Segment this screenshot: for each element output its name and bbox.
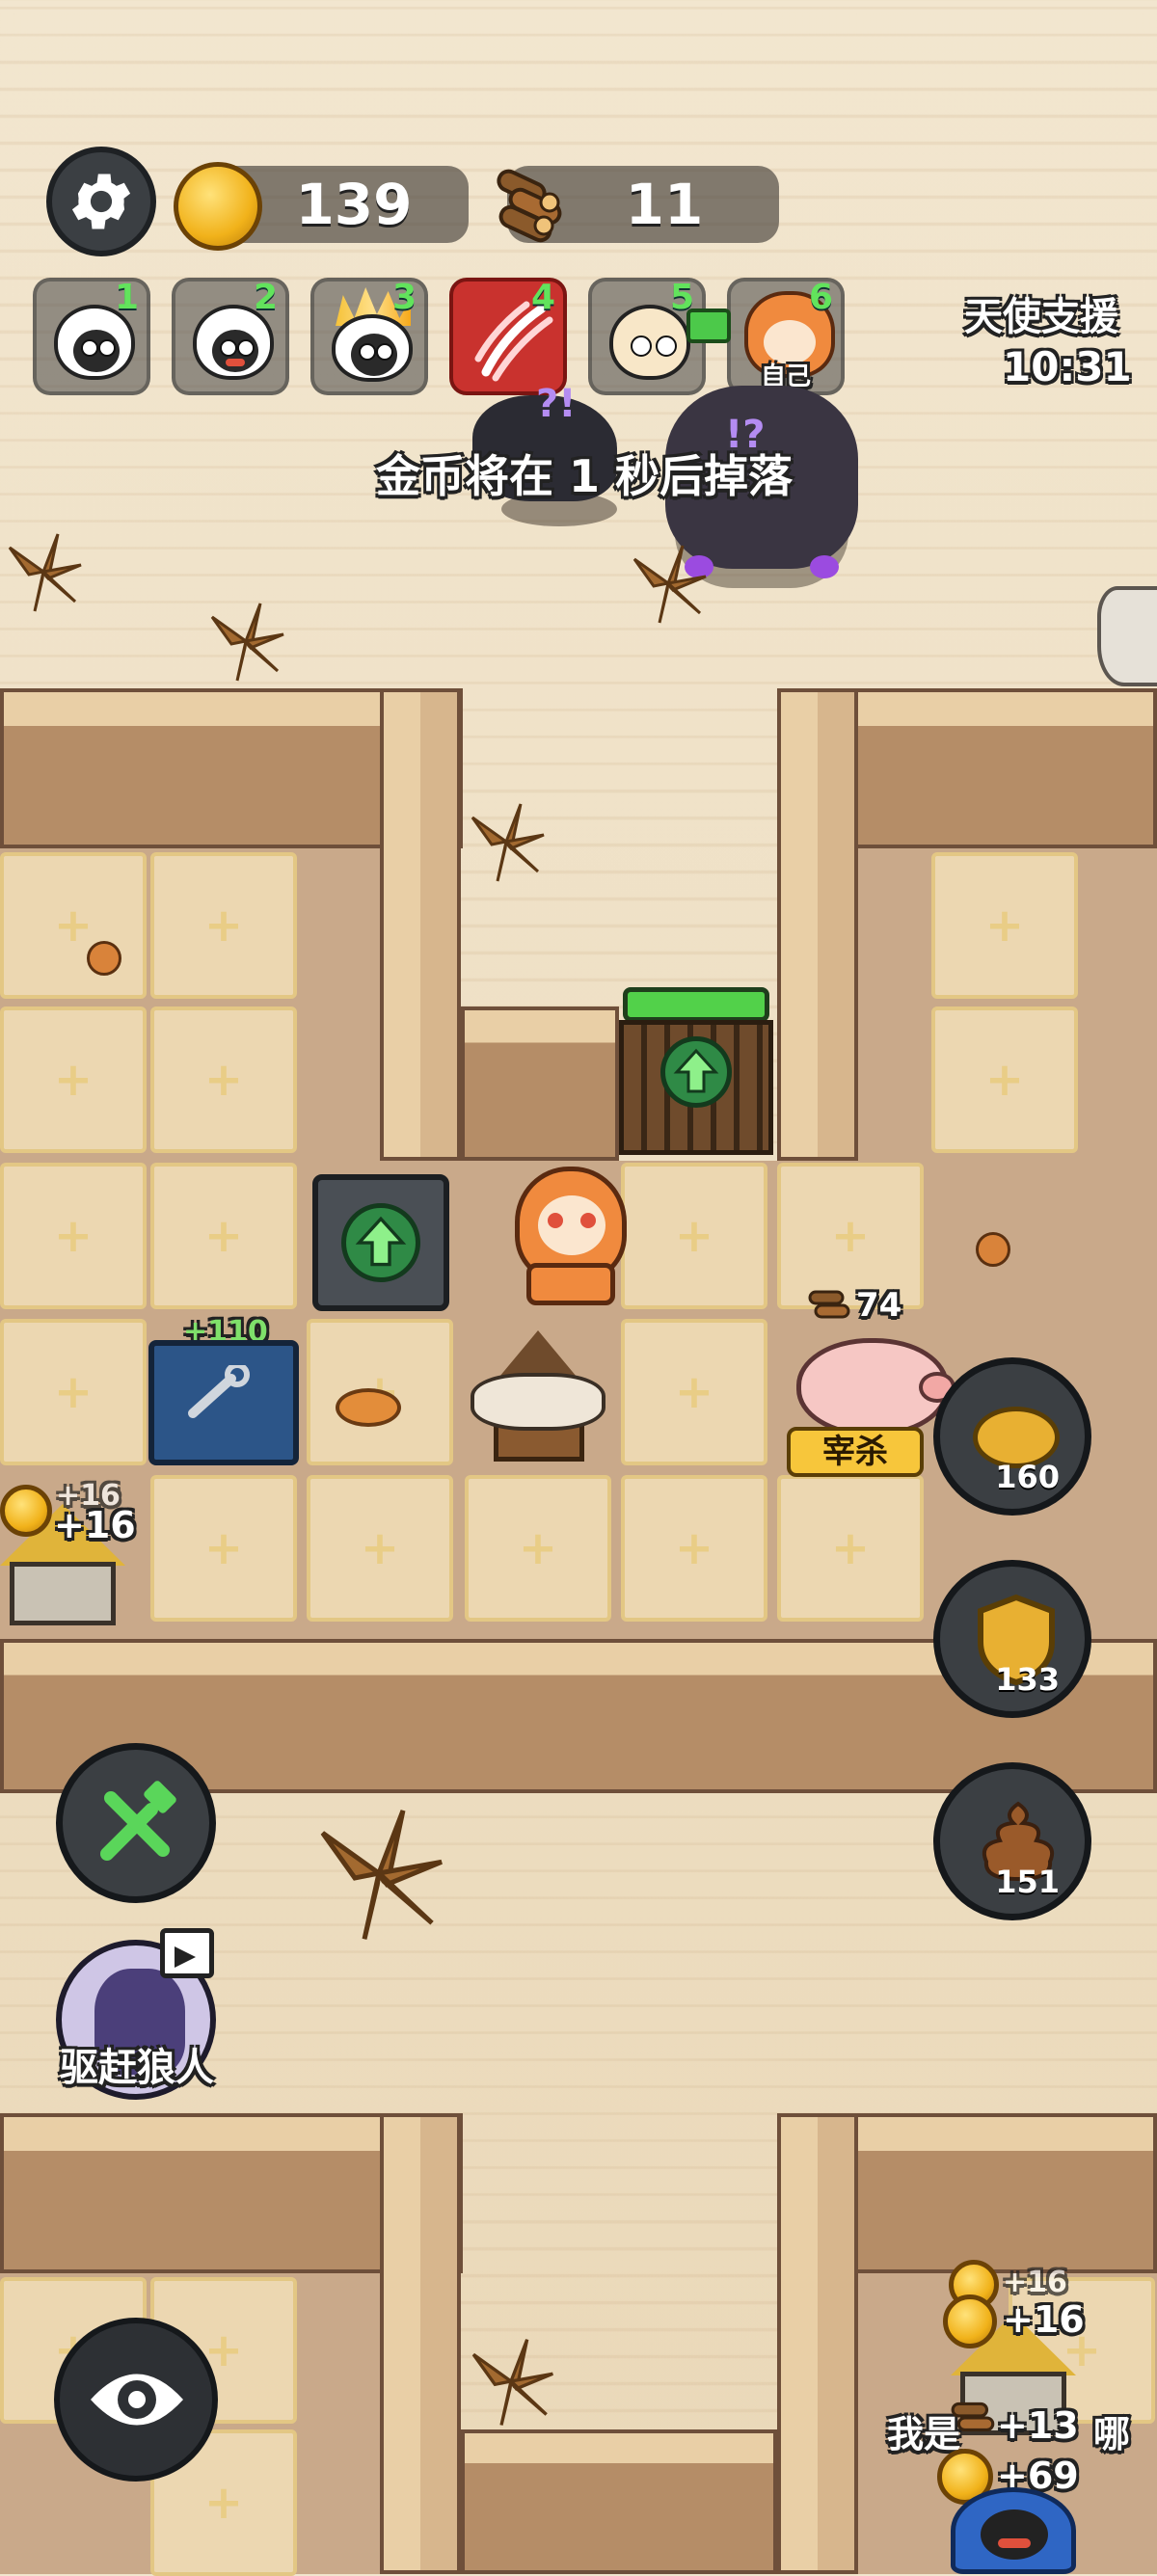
- gold-coin-icon: [174, 162, 262, 251]
- rock-icon: [1097, 586, 1157, 686]
- blue-sheep-character: [951, 2487, 1076, 2574]
- poop-value: 151: [995, 1864, 1060, 1900]
- gold-coin-icon: [943, 2294, 997, 2348]
- bread-item-icon[interactable]: [336, 1388, 401, 1427]
- player-number: 2: [253, 278, 278, 317]
- build-slot[interactable]: [307, 1475, 453, 1622]
- build-slot[interactable]: [0, 1006, 147, 1153]
- drive-werewolf-label: 驱赶狼人: [60, 2046, 214, 2090]
- crossbow-turret[interactable]: [312, 1174, 449, 1311]
- slaughter-button[interactable]: 宰杀: [787, 1427, 924, 1477]
- player-number: 1: [114, 278, 139, 317]
- hut-coin-gain: +16: [54, 1504, 136, 1546]
- gold-drop-notice: 金币将在 1 秒后掉落: [376, 450, 794, 502]
- build-slot[interactable]: [150, 1475, 297, 1622]
- stone-wall: [461, 1006, 619, 1161]
- piggy-bank-value: 160: [995, 1459, 1060, 1495]
- pig-sprite[interactable]: [796, 1338, 955, 1436]
- build-slot[interactable]: [0, 1163, 147, 1309]
- player-slot-4[interactable]: 4: [449, 278, 567, 395]
- sheep-avatar-icon: [332, 314, 413, 382]
- stone-wall: [461, 2429, 777, 2574]
- dry-leaf-icon: [471, 2339, 553, 2426]
- dry-leaf-icon: [632, 545, 707, 624]
- player-number: 6: [808, 278, 833, 317]
- stone-wall: [380, 2113, 461, 2574]
- stone-wall: [380, 688, 461, 1161]
- piggy-bank-button[interactable]: 160: [933, 1357, 1091, 1516]
- wrench-hammer-icon: [100, 1781, 176, 1861]
- wood-logs-icon: [490, 164, 573, 247]
- player-slot-3[interactable]: 3: [310, 278, 428, 395]
- player-slot-6[interactable]: 6 自己: [727, 278, 845, 395]
- wood-logs-icon: [806, 1286, 854, 1325]
- gold-value: 139: [295, 172, 413, 237]
- stone-wall: [777, 2113, 858, 2574]
- upgrade-arrow-icon[interactable]: [341, 1203, 420, 1282]
- gate-health-bar: [623, 987, 769, 1022]
- build-slot[interactable]: [621, 1319, 767, 1465]
- dry-leaf-icon: [320, 1810, 443, 1940]
- wood-value: 11: [625, 172, 704, 237]
- build-slot[interactable]: [931, 852, 1078, 999]
- build-slot[interactable]: [777, 1475, 924, 1622]
- build-tools-button[interactable]: [56, 1743, 216, 1903]
- player-number: 3: [391, 278, 417, 317]
- dry-leaf-icon: [8, 533, 82, 612]
- shield-button[interactable]: 133: [933, 1560, 1091, 1718]
- build-slot[interactable]: [621, 1163, 767, 1309]
- player-slot-2[interactable]: 2: [172, 278, 289, 395]
- build-slot[interactable]: [150, 852, 297, 999]
- health-battery-icon: [686, 309, 731, 343]
- stone-wall: [777, 688, 858, 1161]
- coin-gain: +16: [1003, 2266, 1067, 2299]
- build-slot[interactable]: [150, 1163, 297, 1309]
- pig-wood-value: 74: [856, 1286, 902, 1325]
- build-slot[interactable]: [150, 1006, 297, 1153]
- build-slot[interactable]: [465, 1475, 611, 1622]
- dry-leaf-icon: [471, 803, 545, 882]
- player-slot-1[interactable]: 1: [33, 278, 150, 395]
- coin-gain: +16: [1003, 2298, 1085, 2341]
- build-slot[interactable]: [0, 852, 147, 999]
- question-mark-icon: ?!: [536, 382, 577, 426]
- build-slot[interactable]: [621, 1475, 767, 1622]
- poop-button[interactable]: 151: [933, 1762, 1091, 1920]
- cat-doghouse[interactable]: [471, 1330, 605, 1475]
- upgrade-arrow-icon[interactable]: [660, 1036, 732, 1108]
- pebble-icon: [976, 1232, 1010, 1267]
- player-number: 4: [530, 278, 555, 317]
- pebble-icon: [87, 941, 121, 976]
- wood-logs-icon: [949, 2397, 999, 2439]
- player-character-fox-sheep: [509, 1167, 632, 1311]
- settings-button[interactable]: [46, 147, 156, 256]
- gear-icon: [71, 174, 131, 229]
- wrench-icon: [188, 1365, 250, 1418]
- angel-support-timer: 10:31: [1003, 343, 1132, 390]
- workbench[interactable]: [148, 1340, 299, 1465]
- wooden-gate[interactable]: [619, 1020, 773, 1155]
- wood-gain: +13: [997, 2404, 1079, 2447]
- gold-coin-icon: [0, 1485, 52, 1537]
- eye-icon: [91, 2374, 183, 2426]
- angel-support-label: 天使支援: [964, 295, 1118, 339]
- build-slot[interactable]: [0, 1319, 147, 1465]
- spectate-button[interactable]: [54, 2318, 218, 2482]
- build-slot[interactable]: [931, 1006, 1078, 1153]
- shield-value: 133: [995, 1661, 1060, 1698]
- video-ad-icon: [160, 1928, 214, 1978]
- dry-leaf-icon: [210, 603, 284, 682]
- player-name-suffix: 哪: [1093, 2413, 1131, 2455]
